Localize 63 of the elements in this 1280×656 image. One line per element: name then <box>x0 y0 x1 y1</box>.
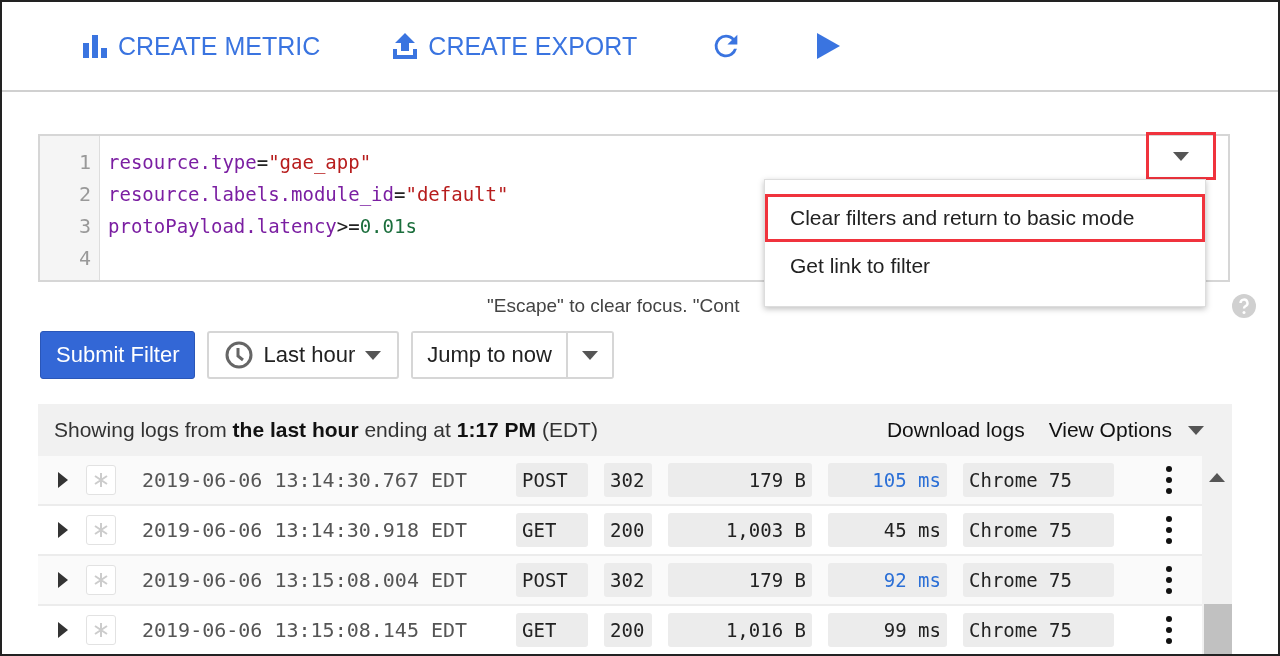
caret-icon <box>581 350 598 360</box>
clock-icon <box>225 341 254 369</box>
timestamp: 2019-06-06 13:14:30.918 EDT <box>142 518 469 542</box>
status-cell: 302 <box>604 563 652 597</box>
caret-icon <box>365 350 382 360</box>
user-agent-cell: Chrome 75 <box>963 513 1114 547</box>
expand-icon[interactable] <box>58 472 68 488</box>
line-number: 2 <box>77 181 92 208</box>
method-cell: GET <box>516 613 588 647</box>
log-row[interactable]: 2019-06-06 13:14:30.767 EDT POST 302 179 B 105 ms Chrome 75 <box>38 456 1202 506</box>
download-logs-button[interactable]: Download logs <box>874 418 1037 442</box>
size-cell: 1,003 B <box>668 513 812 547</box>
size-cell: 179 B <box>668 563 812 597</box>
severity-icon <box>86 465 116 495</box>
severity-icon <box>86 515 116 545</box>
menu-item[interactable]: Clear filters and return to basic mode <box>765 194 1205 242</box>
status-cell: 302 <box>604 463 652 497</box>
method-cell: POST <box>516 563 588 597</box>
submit-filter-button[interactable]: Submit Filter <box>40 331 196 379</box>
timestamp: 2019-06-06 13:15:08.145 EDT <box>142 618 469 642</box>
method-cell: GET <box>516 513 588 547</box>
caret-icon <box>1188 425 1204 435</box>
timestamp: 2019-06-06 13:15:08.004 EDT <box>142 568 469 592</box>
status-cell: 200 <box>604 513 652 547</box>
size-cell: 1,016 B <box>668 613 812 647</box>
line-number: 3 <box>77 213 92 240</box>
user-agent-cell: Chrome 75 <box>963 463 1114 497</box>
log-row[interactable]: 2019-06-06 13:14:30.918 EDT GET 200 1,003 B 45 ms Chrome 75 <box>38 506 1202 556</box>
timestamp: 2019-06-06 13:14:30.767 EDT <box>142 468 469 492</box>
latency-cell: 105 ms <box>828 463 947 497</box>
jump-to-now-button[interactable]: Jump to now <box>413 333 568 377</box>
latency-cell: 99 ms <box>828 613 947 647</box>
code-line: protoPayload.latency>=0.01s <box>108 214 417 239</box>
expand-icon[interactable] <box>58 572 68 588</box>
scrollbar-thumb[interactable] <box>1204 604 1232 654</box>
latency-cell: 45 ms <box>828 513 947 547</box>
code-line: resource.labels.module_id="default" <box>108 182 509 208</box>
method-cell: POST <box>516 463 588 497</box>
metric-button[interactable]: CREATE METRIC <box>78 27 325 65</box>
expand-icon[interactable] <box>58 522 68 538</box>
status-cell: 200 <box>604 613 652 647</box>
upload-icon <box>392 32 419 60</box>
severity-icon <box>86 565 116 595</box>
bar-chart-icon <box>82 34 108 58</box>
log-row[interactable]: 2019-06-06 13:15:08.004 EDT POST 302 179 B 92 ms Chrome 75 <box>38 556 1202 606</box>
time-range-dropdown[interactable]: Last hour <box>207 331 400 379</box>
caret-icon <box>1173 151 1189 161</box>
user-agent-cell: Chrome 75 <box>963 563 1114 597</box>
hint-text: "Escape" to clear focus. "Cont <box>487 295 740 317</box>
logs-summary: Showing logs from the last hour ending at 1:17 PM (EDT) <box>54 418 599 442</box>
latency-cell: 92 ms <box>828 563 947 597</box>
line-number: 1 <box>77 149 92 176</box>
severity-icon <box>86 615 116 645</box>
export-button[interactable]: CREATE EXPORT <box>388 27 642 65</box>
user-agent-cell: Chrome 75 <box>963 613 1114 647</box>
expand-icon[interactable] <box>58 622 68 638</box>
scroll-up-icon[interactable] <box>1209 473 1225 482</box>
view-options-button[interactable]: View Options <box>1036 418 1216 442</box>
log-row[interactable]: 2019-06-06 13:15:08.145 EDT GET 200 1,016 B 99 ms Chrome 75 <box>38 606 1202 654</box>
line-number: 4 <box>77 245 92 272</box>
code-line: resource.type="gae_app" <box>108 150 372 176</box>
size-cell: 179 B <box>668 463 812 497</box>
play-icon <box>815 32 842 60</box>
